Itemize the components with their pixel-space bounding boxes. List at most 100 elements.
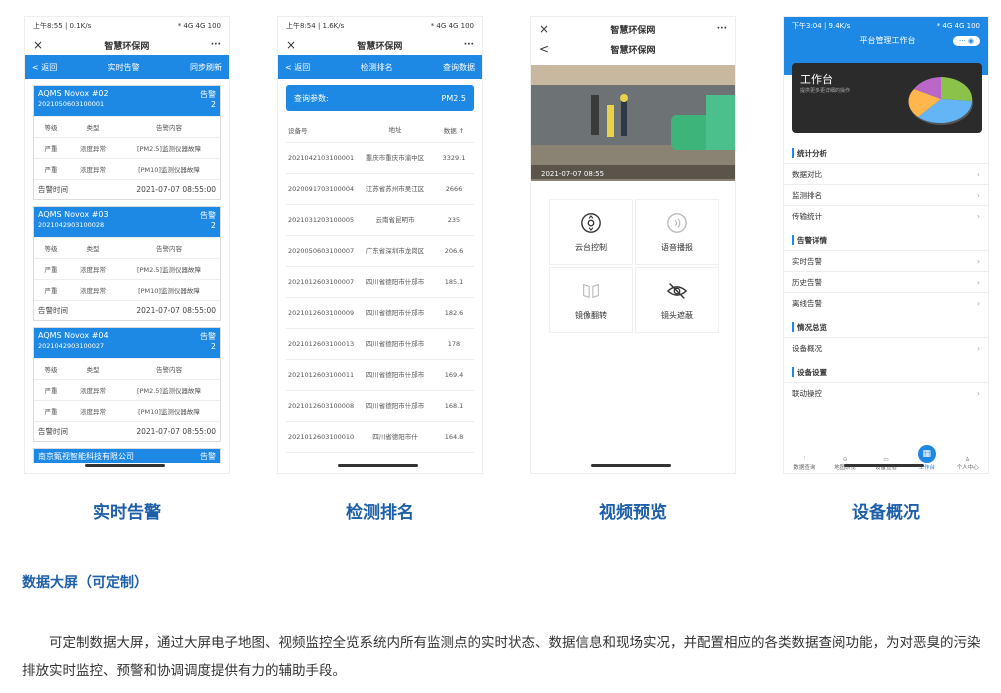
table-row[interactable]: 2021031203100005 云南省昆明市 235 <box>286 205 474 236</box>
table-cell: 江苏省苏州市吴江区 <box>365 185 425 193</box>
lens-mask-button[interactable]: 镜头遮蔽 <box>635 267 719 333</box>
alarm-badge: 告警 <box>200 90 216 99</box>
device-id: 2021042903100027 <box>38 342 105 350</box>
chevron-right-icon: › <box>977 211 980 221</box>
table-cell: 2666 <box>445 185 463 193</box>
tab-data-query[interactable]: ⫶ 数据查询 <box>786 456 822 471</box>
ptz-control-label: 云台控制 <box>575 242 607 252</box>
mirror-flip-button[interactable]: 镜像翻转 <box>549 267 633 333</box>
menu-item[interactable]: 传输统计 › <box>784 205 988 226</box>
voice-broadcast-icon <box>667 212 687 233</box>
chevron-right-icon: › <box>977 190 980 200</box>
ptz-control-button[interactable]: 云台控制 <box>549 199 633 265</box>
column-header: 类型 <box>86 366 100 374</box>
video-player[interactable]: 2021-07-07 08:55 <box>531 65 735 181</box>
chevron-right-icon: › <box>977 277 980 287</box>
table-cell: 四川省德阳市什邡市 <box>365 402 425 410</box>
table-row[interactable]: 2020091703100004 江苏省苏州市吴江区 2666 <box>286 174 474 205</box>
chevron-right-icon: › <box>977 169 980 179</box>
table-row[interactable]: 2021012603100010 四川省德阳市什 164.8 <box>286 422 474 453</box>
alarm-card[interactable]: AQMS Novox #02 2021050603100001 告警 2 等级 类型… <box>33 85 221 200</box>
section-title: 情况总览 <box>784 317 988 337</box>
table-cell: 2021042103100001 <box>288 154 355 162</box>
close-icon[interactable]: × <box>33 38 43 52</box>
table-cell: 浓度异常 <box>80 408 106 416</box>
back-button[interactable]: < 返回 <box>285 62 310 73</box>
table-cell: 2021012603100009 <box>288 309 355 317</box>
table-cell: 四川省德阳市什邡市 <box>365 278 425 286</box>
table-row[interactable]: 2021012603100008 四川省德阳市什邡市 168.1 <box>286 391 474 422</box>
close-icon[interactable]: × <box>539 22 549 36</box>
table-cell: [PM10]监测仪器故障 <box>138 408 200 416</box>
more-icon[interactable]: ··· <box>717 24 727 34</box>
sync-refresh-button[interactable]: 同步刷新 <box>190 62 222 73</box>
caption-video-preview: 视频预览 <box>599 503 667 523</box>
table-cell: 2020050603100007 <box>288 247 355 255</box>
menu-item[interactable]: 离线告警 › <box>784 292 988 313</box>
status-right: * 4G 4G 100 <box>430 22 474 30</box>
close-icon[interactable]: × <box>286 38 296 52</box>
column-header: 地址 <box>388 125 402 134</box>
phone-realtime-alarm: 上午8:55 | 0.1K/s * 4G 4G 100 × 智慧环保网 ··· … <box>24 16 230 474</box>
tab-profile[interactable]: ♙ 个人中心 <box>950 457 986 471</box>
sub-title: 智慧环保网 <box>610 45 656 56</box>
grid-icon: ▦ <box>917 445 936 463</box>
home-indicator <box>844 464 924 467</box>
menu-item-label: 实时告警 <box>792 256 822 266</box>
table-cell: 重庆市重庆市渝中区 <box>365 154 425 162</box>
table-row[interactable]: 2020050603100007 广东省深圳市龙岗区 206.6 <box>286 236 474 267</box>
alarm-card[interactable]: AQMS Novox #03 2021042903100028 告警 2 等级 类型… <box>33 206 221 321</box>
ranking-table: 设备号 地址 数据 ↑ 2021042103100001 重庆市重庆市渝中区 3329.1… <box>286 117 474 453</box>
menu-item-label: 传输统计 <box>792 211 822 221</box>
table-cell: 广东省深圳市龙岗区 <box>365 247 425 255</box>
chevron-right-icon: › <box>977 343 980 353</box>
status-bar: 上午8:55 | 0.1K/s * 4G 4G 100 <box>25 17 229 35</box>
param-value: PM2.5 <box>441 93 466 103</box>
alarm-card[interactable]: AQMS Novox #04 2021042903100027 告警 2 等级 类型… <box>33 327 221 442</box>
table-row[interactable]: 2021012603100011 四川省德阳市什邡市 169.4 <box>286 360 474 391</box>
menu-item-label: 设备概况 <box>792 343 822 353</box>
status-right: * 4G 4G 100 <box>936 22 980 30</box>
tab-workbench[interactable]: ▦ 工作台 <box>909 445 945 471</box>
menu-item[interactable]: 监测排名 › <box>784 184 988 205</box>
alarm-card[interactable]: 南京甄视智能科技有限公司 告警 <box>33 448 221 463</box>
column-header[interactable]: 数据 ↑ <box>434 125 474 135</box>
alarm-time-row: 告警时间 2021-07-07 08:55:00 <box>34 421 220 441</box>
table-cell: 四川省德阳市什邡市 <box>365 371 425 379</box>
title-bar: × 智慧环保网 ··· <box>531 19 735 39</box>
chevron-right-icon: › <box>977 388 980 398</box>
table-cell: 2021012603100008 <box>288 402 355 410</box>
voice-broadcast-button[interactable]: 语音播报 <box>635 199 719 265</box>
table-cell: 235 <box>447 216 461 224</box>
user-icon: ♙ <box>965 457 971 463</box>
device-name: AQMS Novox #04 <box>38 331 109 340</box>
table-cell: 185.1 <box>444 278 464 286</box>
table-row[interactable]: 2021012603100007 四川省德阳市什邡市 185.1 <box>286 267 474 298</box>
menu-item[interactable]: 历史告警 › <box>784 271 988 292</box>
table-cell: 168.1 <box>444 402 464 410</box>
query-data-button[interactable]: 查询数据 <box>443 62 475 73</box>
device-id: 2021042903100028 <box>38 221 105 229</box>
table-row[interactable]: 2021042103100001 重庆市重庆市渝中区 3329.1 <box>286 143 474 174</box>
more-icon[interactable]: ··· <box>464 40 474 50</box>
status-left: 上午8:54 | 1.6K/s <box>286 22 345 30</box>
table-cell: 严重 <box>44 145 58 153</box>
table-row[interactable]: 2021012603100009 四川省德阳市什邡市 182.6 <box>286 298 474 329</box>
menu-item[interactable]: 联动操控 › <box>784 382 988 403</box>
back-button[interactable]: < 返回 <box>32 62 57 73</box>
back-icon[interactable]: < <box>539 42 549 56</box>
more-icon[interactable]: ··· <box>211 40 221 50</box>
location-icon: ⊙ <box>842 457 848 463</box>
table-row[interactable]: 2021012603100013 四川省德阳市什邡市 178 <box>286 329 474 360</box>
menu-item[interactable]: 数据对比 › <box>784 163 988 184</box>
section-paragraph: 可定制数据大屏，通过大屏电子地图、视频监控全览系统内所有监测点的实时状态、数据信… <box>22 635 981 679</box>
query-param-selector[interactable]: 查询参数: PM2.5 <box>286 85 474 111</box>
lens-mask-label: 镜头遮蔽 <box>661 310 693 320</box>
capsule-menu[interactable]: ··· ◉ <box>952 35 980 46</box>
menu-item[interactable]: 设备概况 › <box>784 337 988 358</box>
menu-item[interactable]: 实时告警 › <box>784 250 988 271</box>
column-header: 告警内容 <box>156 124 182 132</box>
caption-device-overview: 设备概况 <box>852 503 920 523</box>
status-right: * 4G 4G 100 <box>177 22 221 30</box>
home-indicator <box>85 464 165 467</box>
